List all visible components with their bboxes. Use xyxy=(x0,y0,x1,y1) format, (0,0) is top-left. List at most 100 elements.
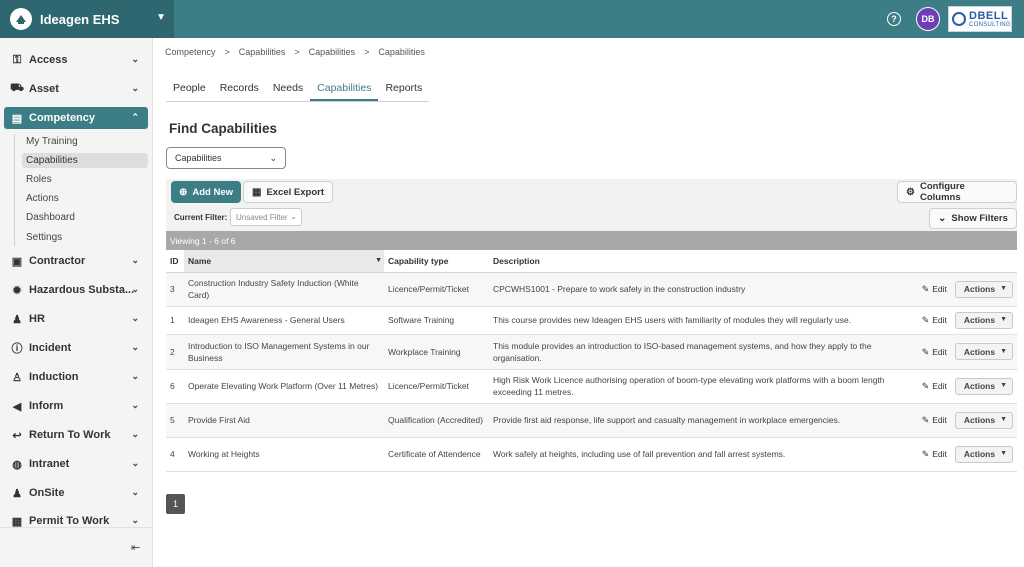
capability-type-select[interactable]: Capabilities ⌄ xyxy=(166,147,286,169)
actions-label: Actions xyxy=(963,415,996,425)
tab-capabilities[interactable]: Capabilities xyxy=(310,80,379,101)
row-actions-button[interactable]: Actions ▼ xyxy=(954,280,1013,298)
add-new-button[interactable]: ⊕ Add New xyxy=(171,181,242,203)
chevron-down-icon: ⌄ xyxy=(131,487,139,497)
subnav-roles[interactable]: Roles xyxy=(22,172,148,187)
app-name: Ideagen EHS xyxy=(40,11,120,27)
cell-type: Qualification (Accredited) xyxy=(384,403,489,438)
table-row[interactable]: 3 Construction Industry Safety Induction… xyxy=(166,272,1017,307)
tab-bar: People Records Needs Capabilities Report… xyxy=(166,80,430,102)
current-filter-label: Current Filter: xyxy=(174,213,228,222)
table-row[interactable]: 1 Ideagen EHS Awareness - General Users … xyxy=(166,306,1017,335)
cell-actions: ✎ Edit Actions ▼ xyxy=(917,369,1017,404)
row-actions-button[interactable]: Actions ▼ xyxy=(954,343,1013,360)
edit-link[interactable]: ✎ Edit xyxy=(922,414,947,426)
table-row[interactable]: 4 Working at Heights Certificate of Atte… xyxy=(166,437,1017,472)
viewing-count: Viewing 1 - 6 of 6 xyxy=(166,231,1017,250)
sidebar-item-onsite[interactable]: ♟ OnSite ⌄ xyxy=(4,482,148,504)
cell-description: Provide first aid response, life support… xyxy=(489,403,917,438)
sidebar-item-label: Access xyxy=(29,54,68,66)
help-icon[interactable]: ? xyxy=(887,12,901,26)
sidebar-item-competency[interactable]: ▤ Competency ⌃ xyxy=(4,107,148,129)
megaphone-icon: ◀ xyxy=(12,400,22,413)
column-header-capability-type[interactable]: Capability type xyxy=(384,250,489,273)
chevron-down-icon: ⌄ xyxy=(131,83,139,93)
pencil-icon: ✎ xyxy=(921,315,930,325)
edit-link[interactable]: ✎ Edit xyxy=(922,346,947,358)
edit-link[interactable]: ✎ Edit xyxy=(922,314,947,326)
pencil-icon: ✎ xyxy=(921,415,930,425)
sidebar-item-hr[interactable]: ♟ HR ⌄ xyxy=(4,308,148,330)
pencil-icon: ✎ xyxy=(921,381,930,391)
excel-export-button[interactable]: ▦ Excel Export xyxy=(243,181,334,203)
sidebar-item-label: Permit To Work xyxy=(29,515,110,527)
edit-label: Edit xyxy=(932,381,947,391)
row-actions-button[interactable]: Actions ▼ xyxy=(954,411,1013,429)
sidebar-item-access[interactable]: ⚿ Access ⌄ xyxy=(4,49,148,71)
sidebar-item-inform[interactable]: ◀ Inform ⌄ xyxy=(4,395,148,417)
sidebar-item-asset[interactable]: ⛟ Asset ⌄ xyxy=(4,78,148,100)
sidebar-item-incident[interactable]: ⓘ Incident ⌄ xyxy=(4,337,148,359)
chevron-down-icon: ⌄ xyxy=(131,400,139,410)
edit-label: Edit xyxy=(932,449,947,459)
cell-type: Licence/Permit/Ticket xyxy=(384,272,489,307)
collapse-sidebar-icon[interactable]: ⇤ xyxy=(131,541,140,554)
cell-name: Working at Heights xyxy=(184,437,384,472)
user-avatar[interactable]: DB xyxy=(916,7,940,31)
sidebar-item-hazardous-substances[interactable]: ✹ Hazardous Substa... ⌄ xyxy=(4,279,148,301)
sidebar-item-intranet[interactable]: ◍ Intranet ⌄ xyxy=(4,453,148,475)
subnav-my-training[interactable]: My Training xyxy=(22,134,148,149)
cell-type: Certificate of Attendence xyxy=(384,437,489,472)
tab-records[interactable]: Records xyxy=(213,80,266,101)
row-actions-button[interactable]: Actions ▼ xyxy=(954,311,1013,329)
tab-needs[interactable]: Needs xyxy=(266,80,310,101)
cell-name: Provide First Aid xyxy=(184,403,384,438)
column-header-name[interactable]: Name ▼ xyxy=(184,250,384,273)
alert-circle-icon: ⓘ xyxy=(11,343,23,355)
edit-label: Edit xyxy=(932,315,947,325)
column-header-description[interactable]: Description xyxy=(489,250,917,273)
sidebar-item-label: Contractor xyxy=(29,255,86,267)
current-filter-select[interactable]: Unsaved Filter ⌄ xyxy=(230,208,302,226)
show-filters-button[interactable]: ⌄ Show Filters xyxy=(929,208,1017,229)
truck-icon: ⛟ xyxy=(10,82,24,94)
sidebar-item-permit-to-work[interactable]: ▦ Permit To Work ⌄ xyxy=(4,510,148,532)
subnav-capabilities[interactable]: Capabilities xyxy=(22,153,148,168)
grid-toolbar: ⊕ Add New ▦ Excel Export ⚙ Configure Col… xyxy=(166,179,1017,231)
table-row[interactable]: 2 Introduction to ISO Management Systems… xyxy=(166,334,1017,370)
cell-description: This module provides an introduction to … xyxy=(489,334,917,370)
tab-reports[interactable]: Reports xyxy=(378,80,429,101)
sidebar-item-label: HR xyxy=(29,313,45,325)
table-row[interactable]: 5 Provide First Aid Qualification (Accre… xyxy=(166,403,1017,438)
subnav-actions[interactable]: Actions xyxy=(22,191,148,206)
edit-link[interactable]: ✎ Edit xyxy=(922,283,947,295)
breadcrumb-competency[interactable]: Competency xyxy=(165,47,216,57)
app-switcher[interactable]: Ideagen EHS ▼ xyxy=(0,0,174,38)
edit-link[interactable]: ✎ Edit xyxy=(922,380,947,392)
configure-columns-button[interactable]: ⚙ Configure Columns xyxy=(897,181,1017,203)
sidebar-item-label: OnSite xyxy=(29,487,65,499)
sidebar-item-return-to-work[interactable]: ↩ Return To Work ⌄ xyxy=(4,424,148,446)
subnav-settings[interactable]: Settings xyxy=(22,230,148,245)
row-actions-button[interactable]: Actions ▼ xyxy=(954,445,1013,463)
cell-type: Workplace Training xyxy=(384,334,489,370)
tab-people[interactable]: People xyxy=(166,80,213,101)
edit-link[interactable]: ✎ Edit xyxy=(922,448,947,460)
chevron-down-icon: ⌄ xyxy=(131,284,139,294)
table-row[interactable]: 6 Operate Elevating Work Platform (Over … xyxy=(166,369,1017,404)
breadcrumb-capabilities[interactable]: Capabilities xyxy=(309,47,356,57)
subnav-dashboard[interactable]: Dashboard xyxy=(22,210,148,225)
column-header-id[interactable]: ID xyxy=(166,250,184,273)
caret-down-icon: ▼ xyxy=(1000,382,1007,389)
cell-actions: ✎ Edit Actions ▼ xyxy=(917,306,1017,335)
row-actions-button[interactable]: Actions ▼ xyxy=(954,377,1013,395)
breadcrumb-separator: > xyxy=(294,47,300,57)
sidebar-item-induction[interactable]: ♙ Induction ⌄ xyxy=(4,366,148,388)
pagination-page-1[interactable]: 1 xyxy=(166,494,185,514)
breadcrumb-capabilities[interactable]: Capabilities xyxy=(239,47,286,57)
sidebar-item-contractor[interactable]: ▣ Contractor ⌄ xyxy=(4,250,148,272)
cell-id: 1 xyxy=(166,306,184,335)
sidebar-item-label: Intranet xyxy=(29,458,70,470)
company-logo: DBELL CONSULTING xyxy=(948,6,1012,32)
chevron-down-icon: ⌄ xyxy=(131,458,139,468)
